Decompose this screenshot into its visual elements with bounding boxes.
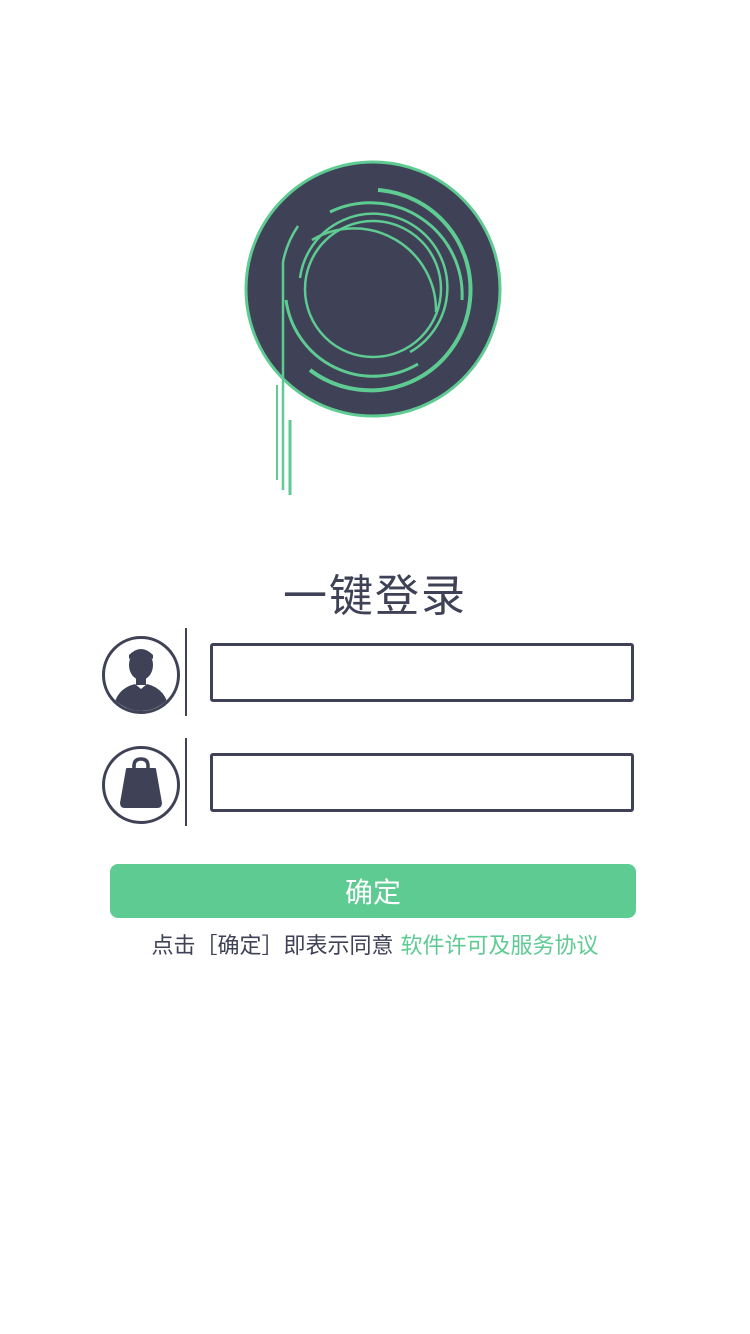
username-divider	[185, 628, 187, 716]
username-row	[0, 628, 750, 718]
confirm-button[interactable]: 确定	[110, 864, 636, 918]
username-input[interactable]	[210, 643, 634, 702]
password-input[interactable]	[210, 753, 634, 812]
bag-lock-icon	[102, 746, 180, 824]
password-divider	[185, 738, 187, 826]
agreement-prefix: 点击［确定］即表示同意	[151, 934, 394, 959]
password-row	[0, 738, 750, 828]
page-title: 一键登录	[283, 571, 467, 622]
app-logo	[0, 0, 750, 520]
license-agreement-link[interactable]: 软件许可及服务协议	[401, 934, 599, 959]
agreement-text: 点击［确定］即表示同意 软件许可及服务协议	[0, 928, 750, 960]
user-avatar-icon	[102, 636, 180, 714]
